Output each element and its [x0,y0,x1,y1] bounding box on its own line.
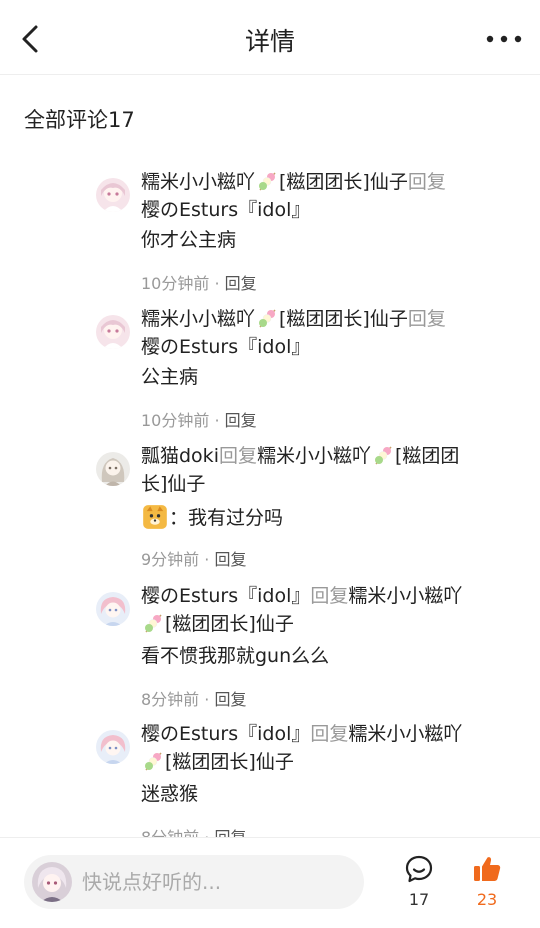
comment-button[interactable]: 17 [394,854,444,909]
reply-target-title-row: [糍团团长]仙子 [141,610,516,638]
comment-item: 糯米小小糍吖 [糍团团长]仙子回复 樱のEsturs『idol』 你才公主病 10… [96,168,516,298]
author-name[interactable]: 糯米小小糍吖 [141,171,255,193]
dango-emoji [259,309,276,328]
top-bar: 详情 [0,0,540,75]
comment-text: 你才公主病 [141,229,237,251]
author-title: [糍团团长]仙子 [279,308,408,330]
reply-button[interactable]: 回复 [214,550,246,569]
comment-item: 樱のEsturs『idol』回复糯米小小糍吖 [糍团团长]仙子 看不惯我那就gu… [96,582,516,712]
comment-text: ：我有过分吗 [169,507,284,529]
reply-target-title: [糍团团长]仙子 [165,613,294,635]
dango-emoji [145,752,162,771]
comment-icon [405,855,433,883]
comment-time: 8分钟前 [141,690,200,709]
comment-time: 10分钟前 [141,411,210,430]
comment-header: 樱のEsturs『idol』回复糯米小小糍吖 [141,582,516,610]
avatar[interactable] [96,592,130,626]
comment-meta: 10分钟前 · 回复 [141,274,257,293]
comment-text: 公主病 [141,366,199,388]
author-name[interactable]: 樱のEsturs『idol』 [141,585,310,607]
comment-count: 17 [408,890,430,909]
reply-button[interactable]: 回复 [225,411,257,430]
avatar[interactable] [96,730,130,764]
comment-time: 9分钟前 [141,550,200,569]
reply-button[interactable]: 回复 [214,690,246,709]
reply-target[interactable]: 樱のEsturs『idol』 [141,333,516,361]
comment-meta: 9分钟前 · 回复 [141,550,247,569]
comment-input-box[interactable] [24,855,364,909]
page-title: 详情 [244,27,295,56]
avatar[interactable] [96,452,130,486]
like-button[interactable]: 23 [462,854,512,909]
comment-header: 糯米小小糍吖 [糍团团长]仙子回复 [141,168,516,196]
dango-emoji [375,446,392,465]
avatar[interactable] [96,315,130,349]
reply-keyword: 回复 [218,445,257,467]
reply-target-title-row: [糍团团长]仙子 [141,748,516,776]
author-name[interactable]: 瓢猫doki [141,445,219,467]
reply-target-title: [糍团团 [395,445,460,467]
reply-keyword: 回复 [407,308,446,330]
dango-emoji [145,614,162,633]
comment-text-row: ：我有过分吗 [141,504,516,532]
comment-text: 看不惯我那就gun么么 [141,645,330,667]
comment-item: 糯米小小糍吖 [糍团团长]仙子回复 樱のEsturs『idol』 公主病 10分钟… [96,305,516,435]
my-avatar [32,862,72,902]
more-icon[interactable] [484,26,524,52]
comment-meta: 8分钟前 · 回复 [141,824,246,837]
author-title: [糍团团长]仙子 [279,171,408,193]
comment-header: 糯米小小糍吖 [糍团团长]仙子回复 [141,305,516,333]
reply-keyword: 回复 [310,723,349,745]
reply-target-title: [糍团团长]仙子 [165,751,294,773]
comment-input[interactable] [82,855,342,909]
reply-keyword: 回复 [310,585,349,607]
comment-header: 樱のEsturs『idol』回复糯米小小糍吖 [141,720,516,748]
comment-time: 8分钟前 [141,828,199,837]
reply-target[interactable]: 糯米小小糍吖 [257,445,371,467]
author-name[interactable]: 糯米小小糍吖 [141,308,255,330]
reply-target[interactable]: 樱のEsturs『idol』 [141,196,516,224]
reply-button[interactable]: 回复 [214,828,246,837]
thumbs-up-icon [474,857,501,881]
reply-target-title-cont: 长]仙子 [141,473,206,495]
author-name[interactable]: 樱のEsturs『idol』 [141,723,310,745]
dango-emoji [259,172,276,191]
comment-header: 瓢猫doki回复糯米小小糍吖 [糍团团 [141,442,516,470]
bottom-bar: 17 23 [0,837,540,928]
reply-target[interactable]: 糯米小小糍吖 [348,585,462,607]
doge-emoji [143,505,167,529]
reply-keyword: 回复 [407,171,446,193]
comment-time: 10分钟前 [141,274,210,293]
comment-text: 迷惑猴 [141,783,199,805]
reply-button[interactable]: 回复 [225,274,257,293]
like-count: 23 [476,890,498,909]
comment-meta: 8分钟前 · 回复 [141,690,247,709]
comment-item: 瓢猫doki回复糯米小小糍吖 [糍团团 长]仙子 ：我有过分吗 9分钟前 · 回复 [96,442,516,572]
comment-item: 樱のEsturs『idol』回复糯米小小糍吖 [糍团团长]仙子 迷惑猴 8分钟前… [96,720,516,837]
reply-target[interactable]: 糯米小小糍吖 [348,723,462,745]
comments-count-title: 全部评论17 [24,108,135,132]
avatar[interactable] [96,178,130,212]
comment-meta: 10分钟前 · 回复 [141,411,257,430]
